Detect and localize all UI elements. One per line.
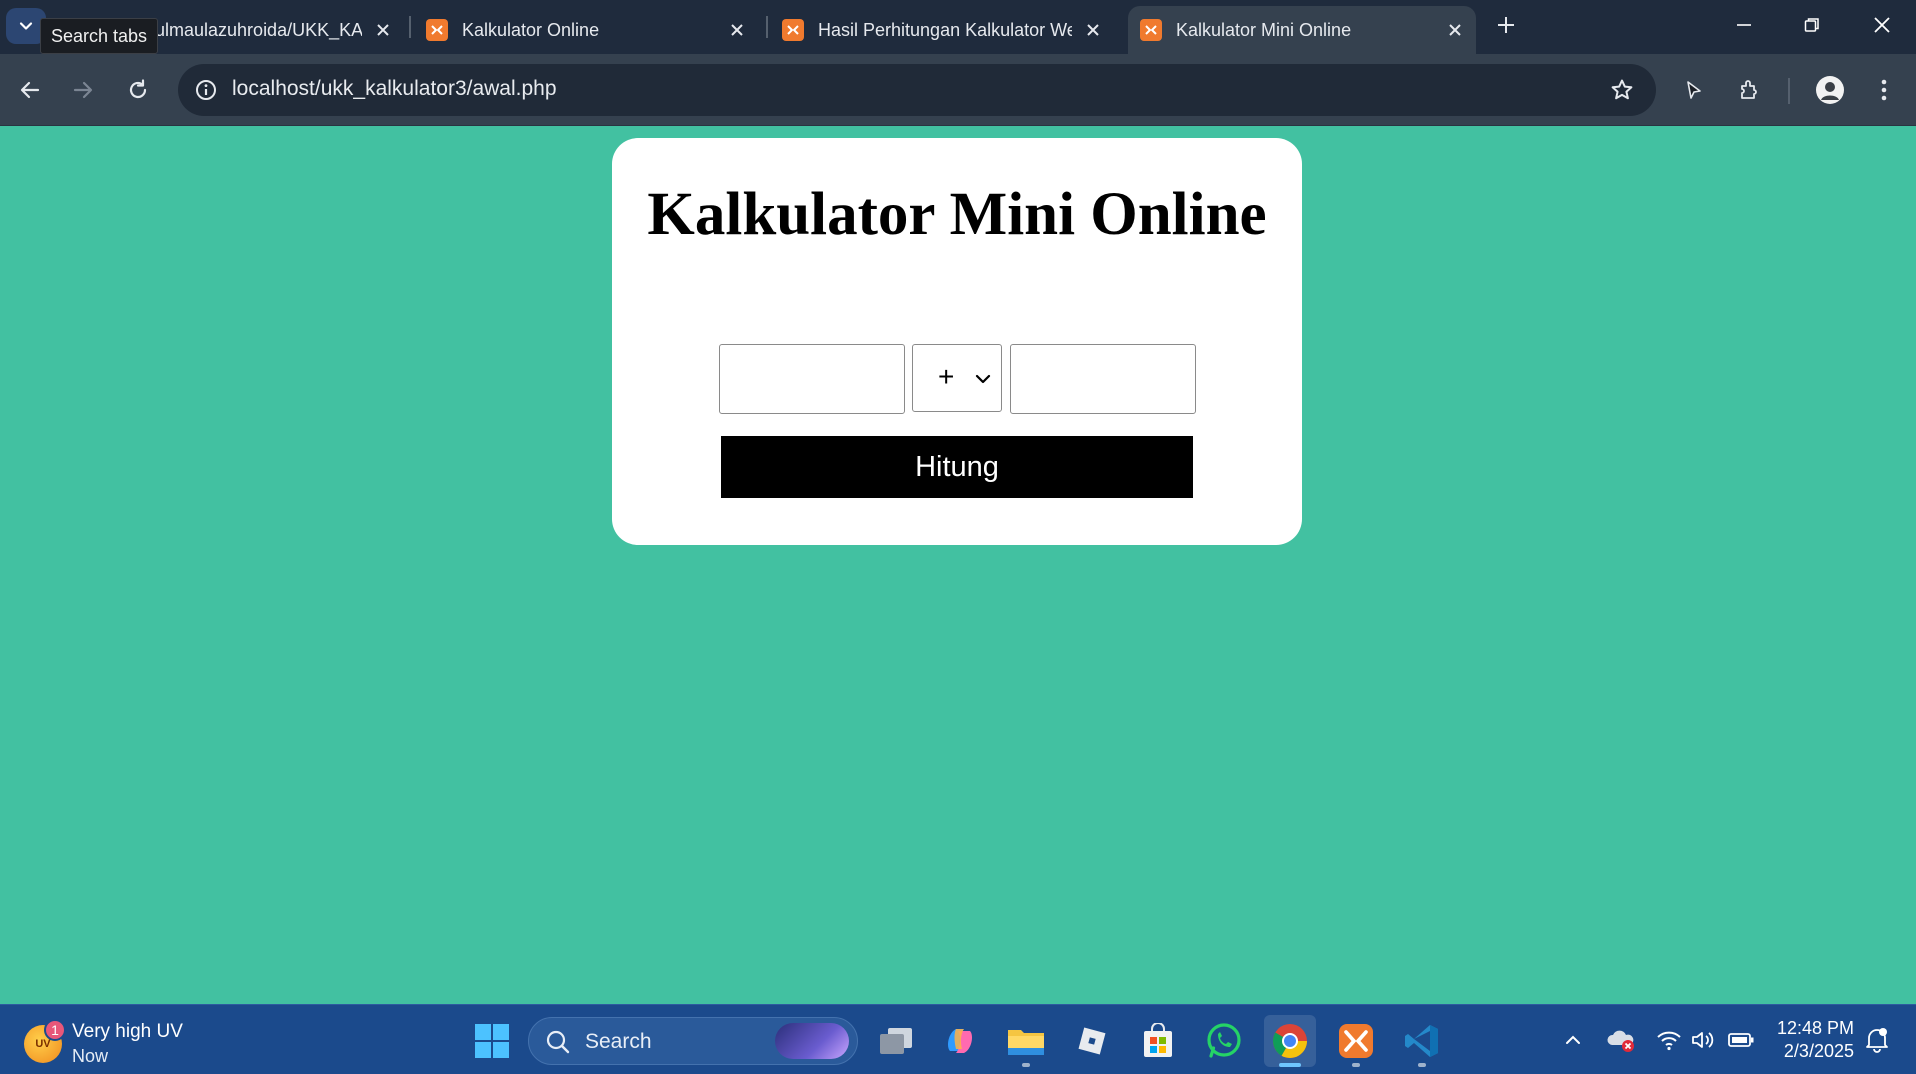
new-tab-button[interactable] xyxy=(1486,0,1526,50)
clock-date: 2/3/2025 xyxy=(1783,1041,1854,1061)
store-icon xyxy=(1144,1023,1172,1057)
cursor-extension-icon[interactable] xyxy=(1674,70,1714,110)
bookmark-star-icon[interactable] xyxy=(1608,76,1636,104)
task-view-icon xyxy=(880,1028,912,1054)
running-indicator xyxy=(1279,1063,1301,1067)
search-label: Search xyxy=(585,1030,652,1053)
minimize-icon xyxy=(1737,24,1751,26)
roblox-icon xyxy=(1078,1027,1106,1055)
url-text: localhost/ukk_kalkulator3/awal.php xyxy=(232,77,557,100)
weather-title: Very high UV xyxy=(72,1021,183,1042)
xampp-icon xyxy=(782,19,804,41)
show-hidden-icons-button[interactable] xyxy=(1558,1025,1588,1055)
close-tab-icon[interactable] xyxy=(1442,17,1468,43)
operator-select[interactable]: + xyxy=(912,344,1002,412)
tab-hasil-perhitungan[interactable]: Hasil Perhitungan Kalkulator We xyxy=(770,6,1114,54)
close-tab-icon[interactable] xyxy=(724,17,750,43)
search-tabs-tooltip: Search tabs xyxy=(40,18,159,54)
xampp-icon xyxy=(1339,1024,1373,1058)
profile-avatar[interactable] xyxy=(1810,70,1850,110)
running-indicator xyxy=(1418,1063,1426,1067)
tab-separator xyxy=(409,16,411,38)
windows-taskbar: UV 1 Very high UV Now Search 12:48 PM 2/… xyxy=(0,1004,1916,1074)
close-tab-icon[interactable] xyxy=(370,17,396,43)
tab-title: Hasil Perhitungan Kalkulator We xyxy=(818,19,1072,40)
wifi-icon[interactable] xyxy=(1654,1025,1684,1055)
notification-bell-icon[interactable] xyxy=(1862,1025,1892,1055)
weather-widget[interactable]: UV 1 Very high UV Now xyxy=(24,1019,224,1066)
battery-icon[interactable] xyxy=(1726,1025,1756,1055)
xampp-icon xyxy=(1140,19,1162,41)
tab-kalkulator-online[interactable]: Kalkulator Online xyxy=(414,6,758,54)
folder-icon xyxy=(1008,1030,1044,1055)
first-number-input[interactable] xyxy=(719,344,905,414)
close-tab-icon[interactable] xyxy=(1080,17,1106,43)
hitung-button[interactable]: Hitung xyxy=(721,436,1193,498)
onedrive-icon[interactable] xyxy=(1606,1025,1636,1055)
search-highlight-image xyxy=(775,1023,849,1059)
tab-separator xyxy=(766,16,768,38)
toolbar-separator xyxy=(1788,78,1790,104)
extensions-puzzle-icon[interactable] xyxy=(1730,70,1770,110)
browser-toolbar: localhost/ukk_kalkulator3/awal.php xyxy=(0,54,1916,126)
chrome-button[interactable] xyxy=(1264,1015,1316,1067)
running-indicator xyxy=(1022,1063,1030,1067)
clock-time: 12:48 PM xyxy=(1776,1018,1854,1038)
app-button[interactable] xyxy=(1066,1015,1118,1067)
start-button[interactable] xyxy=(466,1015,518,1067)
arrow-left-icon xyxy=(20,81,40,99)
tab-title: Kalkulator Mini Online xyxy=(1176,19,1352,40)
address-bar[interactable]: localhost/ukk_kalkulator3/awal.php xyxy=(178,64,1656,116)
chrome-icon xyxy=(1273,1024,1307,1058)
close-window-button[interactable] xyxy=(1848,0,1916,50)
windows-logo-icon xyxy=(475,1024,509,1058)
vscode-icon xyxy=(1405,1025,1438,1057)
plus-icon xyxy=(1498,17,1514,33)
vscode-button[interactable] xyxy=(1396,1015,1448,1067)
restore-icon xyxy=(1804,18,1819,32)
tab-strip: tulmaulazuhroida/UKK_KA Kalkulator Onlin… xyxy=(0,0,1916,54)
whatsapp-icon xyxy=(1207,1023,1241,1058)
microsoft-store-button[interactable] xyxy=(1132,1015,1184,1067)
reload-button[interactable] xyxy=(118,70,158,110)
volume-icon[interactable] xyxy=(1688,1025,1718,1055)
xampp-icon xyxy=(426,19,448,41)
close-icon xyxy=(1874,17,1890,33)
second-number-input[interactable] xyxy=(1010,344,1196,414)
tab-kalkulator-mini-online[interactable]: Kalkulator Mini Online xyxy=(1128,6,1476,54)
chevron-down-icon xyxy=(19,22,33,30)
system-clock[interactable]: 12:48 PM 2/3/2025 xyxy=(1770,1017,1854,1063)
info-icon[interactable] xyxy=(192,76,220,104)
file-explorer-button[interactable] xyxy=(1000,1015,1052,1067)
menu-more-icon[interactable] xyxy=(1864,70,1904,110)
restore-button[interactable] xyxy=(1778,0,1846,50)
copilot-button[interactable] xyxy=(934,1015,986,1067)
chevron-up-icon xyxy=(1566,1035,1580,1044)
calculator-card: Kalkulator Mini Online + Hitung xyxy=(612,138,1302,545)
weather-subtitle: Now xyxy=(72,1046,109,1066)
whatsapp-button[interactable] xyxy=(1198,1015,1250,1067)
taskbar-search[interactable]: Search xyxy=(528,1017,858,1065)
arrow-right-icon xyxy=(73,81,93,99)
chevron-down-icon xyxy=(975,374,991,384)
page-title: Kalkulator Mini Online xyxy=(647,181,1267,248)
running-indicator xyxy=(1352,1063,1360,1067)
notification-badge: 1 xyxy=(44,1019,66,1041)
tab-title: Kalkulator Online xyxy=(462,19,600,40)
copilot-icon xyxy=(948,1029,972,1053)
back-button[interactable] xyxy=(10,70,50,110)
operator-value: + xyxy=(938,361,955,392)
reload-icon xyxy=(129,79,147,99)
xampp-button[interactable] xyxy=(1330,1015,1382,1067)
task-view-button[interactable] xyxy=(870,1015,922,1067)
forward-button[interactable] xyxy=(63,70,103,110)
search-icon xyxy=(546,1030,570,1054)
minimize-button[interactable] xyxy=(1710,0,1778,50)
